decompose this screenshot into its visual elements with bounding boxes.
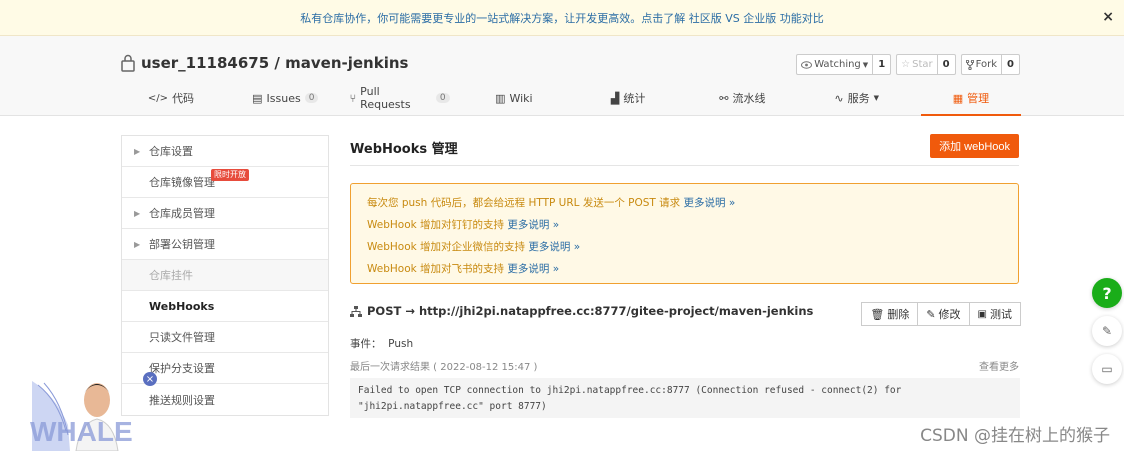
tab-wiki[interactable]: ▥ Wiki — [464, 82, 564, 116]
banner-text[interactable]: 私有仓库协作，你可能需要更专业的一站式解决方案，让开发更高效。点击了解 社区版 … — [300, 10, 824, 26]
star-icon: ☆ — [901, 59, 911, 70]
watermark: CSDN @挂在树上的猴子 — [920, 426, 1110, 446]
delete-button[interactable]: 🗑 删除 — [861, 302, 919, 326]
tab-stats[interactable]: ▟ 统计 — [578, 82, 678, 116]
issues-icon: ▤ — [252, 91, 263, 105]
sidebar-item-webhooks[interactable]: WebHooks — [122, 291, 328, 322]
pulse-icon: ∿ — [834, 91, 844, 105]
sidebar-item-repo-settings[interactable]: ▶ 仓库设置 — [122, 136, 328, 167]
chevron-right-icon: ▶ — [134, 208, 141, 218]
trash-icon: 🗑 — [870, 307, 885, 321]
tab-issues[interactable]: ▤ Issues 0 — [235, 82, 335, 116]
repo-header: user_11184675 / maven-jenkins Watching ▼… — [0, 36, 1124, 116]
tab-pipeline[interactable]: ⚯ 流水线 — [692, 82, 792, 116]
event-info: 事件： Push — [350, 338, 414, 350]
edit-button[interactable]: ✎ 修改 — [917, 302, 970, 326]
fork-label: Fork — [975, 59, 998, 70]
top-banner: 私有仓库协作，你可能需要更专业的一站式解决方案，让开发更高效。点击了解 社区版 … — [0, 0, 1124, 36]
watch-label: Watching — [814, 59, 861, 70]
wiki-icon: ▥ — [495, 91, 506, 105]
tab-code[interactable]: </> 代码 — [121, 82, 221, 116]
star-count[interactable]: 0 — [938, 55, 955, 74]
add-webhook-button[interactable]: 添加 webHook — [930, 134, 1019, 158]
watch-count[interactable]: 1 — [873, 55, 890, 74]
pipeline-icon: ⚯ — [719, 91, 729, 105]
webhook-url: POST → http://jhi2pi.natappfree.cc:8777/… — [350, 304, 813, 318]
test-button[interactable]: ▣ 测试 — [968, 302, 1021, 326]
chevron-right-icon: ▶ — [134, 239, 141, 249]
fork-icon — [965, 59, 974, 70]
repo-title: user_11184675 / maven-jenkins — [121, 54, 408, 72]
fork-button[interactable]: Fork 0 — [960, 54, 1020, 75]
manage-icon: ▦ — [952, 91, 964, 105]
limited-badge: 限时开放 — [211, 169, 249, 181]
issues-count: 0 — [304, 93, 319, 103]
tab-pull-requests[interactable]: ⑂ Pull Requests 0 — [350, 82, 450, 116]
pull-request-icon: ⑂ — [349, 91, 357, 105]
feedback-edit-icon[interactable]: ✎ — [1092, 316, 1122, 346]
mascot-text: WHALE — [30, 416, 133, 447]
repo-actions: Watching ▼ 1 ☆ Star 0 Fork 0 — [796, 54, 1020, 75]
star-button[interactable]: ☆ Star 0 — [896, 54, 956, 75]
notice-line: WebHook 增加对飞书的支持 更多说明 » — [367, 263, 560, 275]
notice-box: 每次您 push 代码后，都会给远程 HTTP URL 发送一个 POST 请求… — [350, 183, 1019, 284]
code-icon: </> — [147, 92, 169, 104]
edit-icon: ✎ — [926, 307, 936, 321]
eye-icon — [801, 60, 813, 69]
close-icon[interactable]: × — [1102, 9, 1114, 25]
lock-icon — [121, 54, 135, 72]
more-info-link[interactable]: 更多说明 » — [684, 197, 736, 209]
close-icon[interactable]: × — [143, 372, 157, 386]
sidebar-item-widgets[interactable]: 仓库挂件 — [122, 260, 328, 291]
caret-down-icon: ▼ — [873, 94, 879, 102]
last-result: 最后一次请求结果 ( 2022-08-12 15:47 ) — [350, 362, 538, 373]
fork-count[interactable]: 0 — [1002, 55, 1019, 74]
repo-tabs: </> 代码 ▤ Issues 0 ⑂ Pull Requests 0 ▥ Wi… — [121, 82, 1021, 116]
sidebar-item-mirror[interactable]: 仓库镜像管理 限时开放 — [122, 167, 328, 198]
page-title: WebHooks 管理 — [350, 142, 458, 157]
pull-requests-count: 0 — [435, 93, 450, 103]
tab-manage[interactable]: ▦ 管理 — [920, 82, 1021, 116]
notice-line: WebHook 增加对企业微信的支持 更多说明 » — [367, 241, 581, 253]
divider — [350, 165, 1019, 166]
repo-name[interactable]: maven-jenkins — [285, 54, 408, 72]
repo-owner[interactable]: user_11184675 — [141, 54, 269, 72]
more-info-link[interactable]: 更多说明 » — [528, 241, 580, 253]
webhook-actions: 🗑 删除 ✎ 修改 ▣ 测试 — [861, 302, 1021, 326]
star-label: Star — [912, 59, 933, 70]
sidebar-item-deploy-keys[interactable]: ▶ 部署公钥管理 — [122, 229, 328, 260]
terminal-icon: ▣ — [977, 308, 987, 320]
more-info-link[interactable]: 更多说明 » — [507, 219, 559, 231]
floating-toolbar: ? ✎ ▭ — [1092, 278, 1124, 392]
watch-button[interactable]: Watching ▼ 1 — [796, 54, 892, 75]
repo-separator: / — [269, 54, 286, 72]
request-log: Failed to open TCP connection to jhi2pi.… — [350, 378, 1020, 418]
chat-icon[interactable]: ▭ — [1092, 354, 1122, 384]
sidebar-item-readonly-files[interactable]: 只读文件管理 — [122, 322, 328, 353]
sidebar-item-members[interactable]: ▶ 仓库成员管理 — [122, 198, 328, 229]
mascot-avatar[interactable]: WHALE — [30, 375, 155, 451]
chevron-right-icon: ▶ — [134, 146, 141, 156]
view-more-link[interactable]: 查看更多 — [979, 358, 1019, 373]
notice-line: 每次您 push 代码后，都会给远程 HTTP URL 发送一个 POST 请求… — [367, 197, 736, 209]
tab-services[interactable]: ∿ 服务 ▼ — [807, 82, 907, 116]
notice-line: WebHook 增加对钉钉的支持 更多说明 » — [367, 219, 560, 231]
caret-down-icon: ▼ — [862, 60, 869, 69]
more-info-link[interactable]: 更多说明 » — [507, 263, 559, 275]
sitemap-icon — [350, 305, 362, 317]
bar-chart-icon: ▟ — [610, 91, 620, 105]
help-button[interactable]: ? — [1092, 278, 1122, 308]
